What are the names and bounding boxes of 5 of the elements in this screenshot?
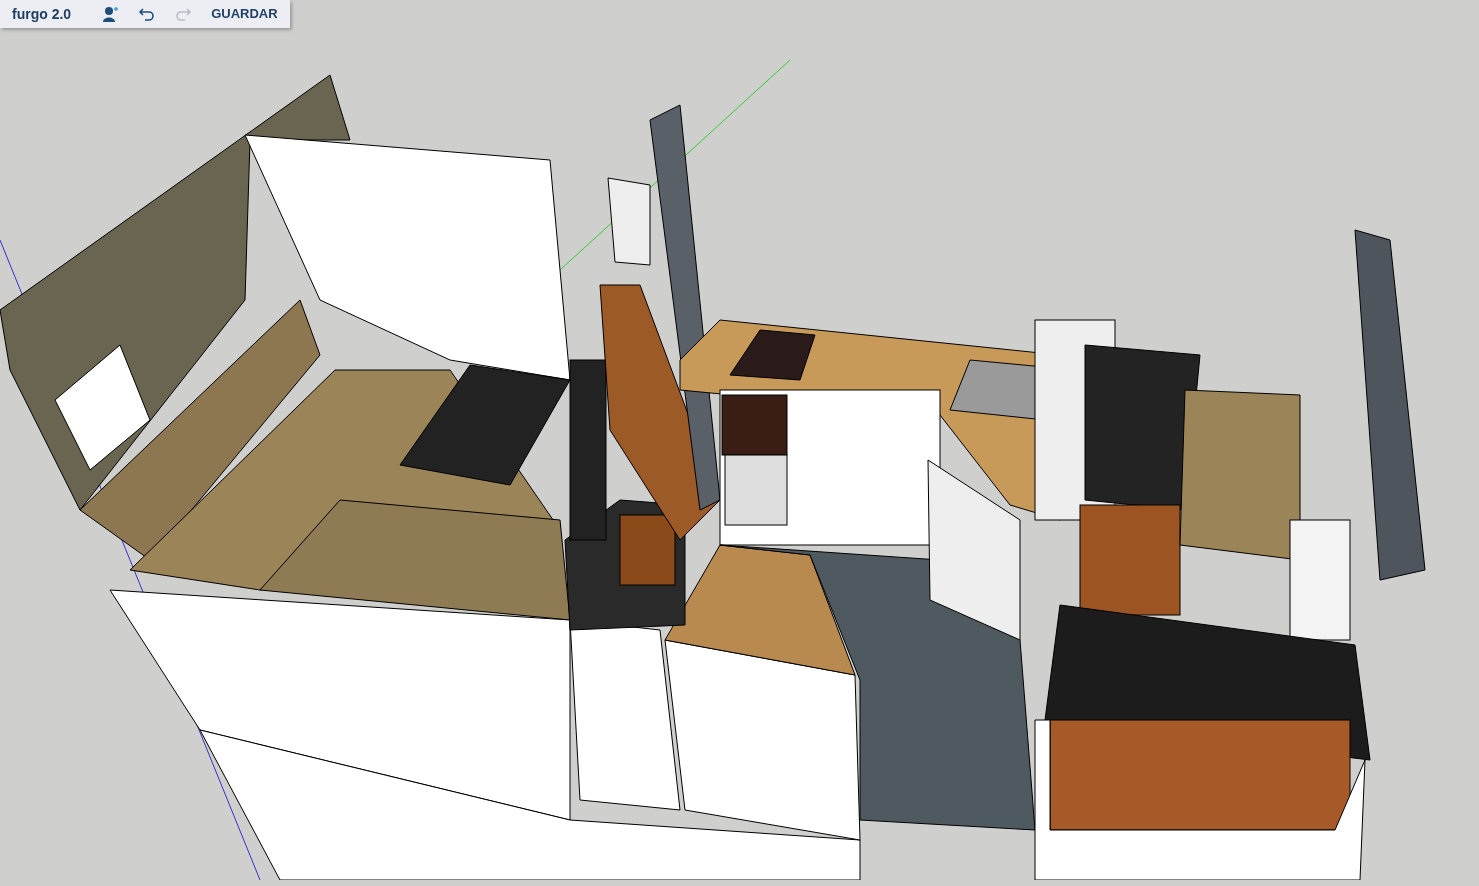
save-button[interactable]: GUARDAR (207, 4, 282, 24)
model-title: furgo 2.0 (12, 4, 72, 24)
redo-icon (174, 6, 193, 22)
undo-icon (138, 6, 157, 22)
add-user-icon (102, 5, 121, 23)
